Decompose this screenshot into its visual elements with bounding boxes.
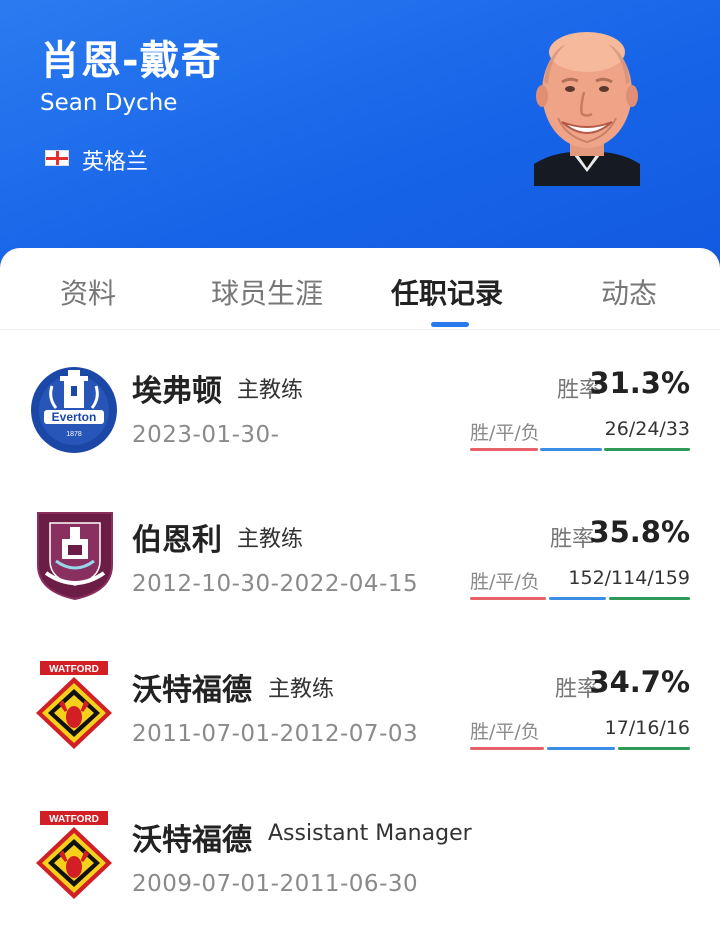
draw-segment [547, 747, 615, 750]
win-rate-label: 胜率 [550, 527, 595, 552]
coach-name-english: Sean Dyche [40, 90, 178, 116]
tenure-dates: 2011-07-01-2012-07-03 [132, 721, 419, 747]
role-label: 主教练 [268, 677, 335, 702]
wdl-label: 胜/平/负 [470, 721, 540, 743]
club-name: 埃弗顿 [132, 374, 222, 409]
tenure-dates: 2023-01-30- [132, 422, 280, 448]
wdl-value: 17/16/16 [604, 717, 690, 739]
wdl-bar [470, 597, 690, 600]
active-tab-indicator [431, 322, 469, 327]
watford-crest-icon: WATFORD [36, 661, 112, 749]
watford-crest-icon: WATFORD [36, 811, 112, 899]
club-name: 沃特福德 [132, 673, 252, 708]
win-rate-value: 31.3% [589, 366, 690, 400]
tab-player-career[interactable]: 球员生涯 [211, 272, 323, 312]
win-segment [470, 747, 544, 750]
svg-text:Everton: Everton [52, 410, 97, 424]
win-segment [470, 448, 538, 451]
tenure-dates: 2009-07-01-2011-06-30 [132, 871, 419, 897]
role-label: 主教练 [237, 378, 304, 403]
svg-text:WATFORD: WATFORD [49, 664, 99, 675]
loss-segment [618, 747, 690, 750]
loss-segment [609, 597, 690, 600]
coach-name-chinese: 肖恩-戴奇 [40, 38, 222, 84]
record-item-burnley[interactable]: 伯恩利 主教练 2012-10-30-2022-04-15 胜率 35.8% 胜… [0, 512, 720, 665]
tab-coaching-record[interactable]: 任职记录 [391, 272, 503, 312]
loss-segment [604, 448, 690, 451]
england-flag-icon [45, 150, 69, 166]
wdl-label: 胜/平/负 [470, 571, 540, 593]
tab-profile[interactable]: 资料 [60, 272, 116, 312]
tab-bar: 资料 球员生涯 任职记录 动态 [0, 248, 720, 330]
win-rate-value: 34.7% [589, 665, 690, 699]
tab-news[interactable]: 动态 [601, 272, 657, 312]
record-item-everton[interactable]: Everton 1878 埃弗顿 主教练 2023-01-30- 胜率 31.3… [0, 366, 720, 516]
club-name: 沃特福德 [132, 823, 252, 858]
tenure-dates: 2012-10-30-2022-04-15 [132, 571, 419, 597]
wdl-label: 胜/平/负 [470, 422, 540, 444]
wdl-value: 152/114/159 [568, 567, 690, 589]
svg-text:1878: 1878 [66, 431, 82, 438]
coach-photo-avatar [534, 32, 640, 186]
win-rate-value: 35.8% [589, 515, 690, 549]
nationality-label: 英格兰 [82, 150, 149, 175]
svg-text:WATFORD: WATFORD [49, 814, 99, 825]
content-card: 资料 球员生涯 任职记录 动态 Everton 1878 埃弗顿 主教练 202… [0, 248, 720, 949]
draw-segment [540, 448, 602, 451]
wdl-value: 26/24/33 [604, 418, 690, 440]
everton-crest-icon: Everton 1878 [31, 367, 117, 453]
role-label: Assistant Manager [268, 821, 472, 846]
burnley-crest-icon [37, 512, 113, 601]
wdl-bar [470, 448, 690, 451]
profile-header: 肖恩-戴奇 Sean Dyche 英格兰 [0, 0, 720, 290]
draw-segment [549, 597, 606, 600]
club-name: 伯恩利 [132, 523, 222, 558]
wdl-bar [470, 747, 690, 750]
win-segment [470, 597, 546, 600]
record-item-watford-assistant[interactable]: WATFORD 沃特福德 Assistant Manager 2009-07-0… [0, 811, 720, 949]
record-item-watford-head-coach[interactable]: WATFORD 沃特福德 主教练 2011-07-01-2012-07-03 胜… [0, 661, 720, 815]
role-label: 主教练 [237, 527, 304, 552]
